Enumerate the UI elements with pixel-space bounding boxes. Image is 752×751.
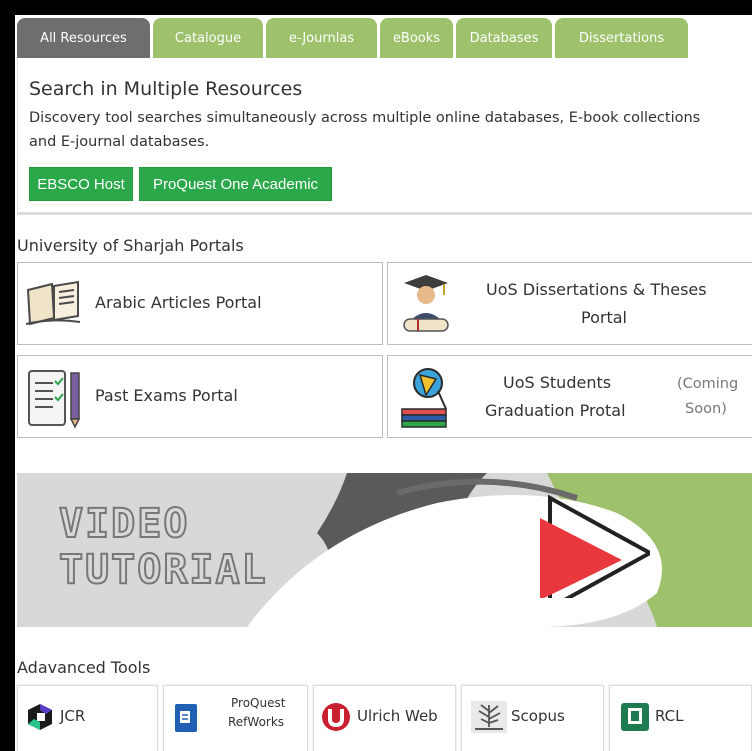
tab-ebooks[interactable]: eBooks xyxy=(380,18,453,58)
proquest-one-academic-button[interactable]: ProQuest One Academic xyxy=(139,167,332,201)
ulrich-icon xyxy=(321,701,351,737)
video-tutorial-banner[interactable]: VIDEO TUTORIAL xyxy=(17,473,752,627)
portal-label: Arabic Articles Portal xyxy=(95,293,262,312)
past-exams-portal-card[interactable]: Past Exams Portal xyxy=(17,355,383,438)
portal-label-line2: Portal xyxy=(581,308,627,327)
ulrich-web-tool[interactable]: Ulrich Web xyxy=(313,685,456,751)
tab-e-journals[interactable]: e-Journlas xyxy=(266,18,377,58)
jcr-tool[interactable]: JCR xyxy=(17,685,158,751)
portal-label-line1: UoS Dissertations & Theses xyxy=(486,280,707,299)
graduation-portal-card[interactable]: UoS Students Graduation Protal (Coming S… xyxy=(387,355,752,438)
desk-lamp-icon xyxy=(398,365,456,433)
tab-dissertations[interactable]: Dissertations xyxy=(555,18,688,58)
page-canvas: All Resources Catalogue e-Journlas eBook… xyxy=(15,15,752,751)
tab-databases[interactable]: Databases xyxy=(456,18,552,58)
tool-label: RCL xyxy=(655,707,684,725)
rcl-icon xyxy=(620,702,650,736)
arabic-articles-portal-card[interactable]: Arabic Articles Portal xyxy=(17,262,383,345)
rcl-tool[interactable]: RCL xyxy=(609,685,752,751)
portals-title: University of Sharjah Portals xyxy=(17,236,244,255)
tools-title: Adavanced Tools xyxy=(17,658,151,677)
coming-soon-note-line2: Soon) xyxy=(685,401,727,417)
tool-label: Ulrich Web xyxy=(357,707,438,725)
tab-catalogue[interactable]: Catalogue xyxy=(153,18,263,58)
graduate-icon xyxy=(398,273,454,339)
portal-label-line2: Graduation Protal xyxy=(485,401,626,420)
portal-label: Past Exams Portal xyxy=(95,386,238,405)
search-title: Search in Multiple Resources xyxy=(29,78,303,100)
checklist-icon xyxy=(25,367,85,433)
resource-tabs: All Resources Catalogue e-Journlas eBook… xyxy=(17,18,688,58)
search-panel: Search in Multiple Resources Discovery t… xyxy=(17,58,752,215)
scopus-icon xyxy=(471,701,507,737)
tool-label-line1: ProQuest xyxy=(231,696,286,710)
refworks-tool[interactable]: ProQuest RefWorks xyxy=(163,685,308,751)
tool-label: Scopus xyxy=(511,707,565,725)
jcr-icon xyxy=(26,702,54,736)
book-icon xyxy=(24,278,82,332)
coming-soon-note-line1: (Coming xyxy=(677,376,739,392)
video-title-line2: TUTORIAL xyxy=(58,546,268,594)
tool-label-line2: RefWorks xyxy=(228,715,285,729)
search-description: Discovery tool searches simultaneously a… xyxy=(29,110,701,150)
ebsco-host-button[interactable]: EBSCO Host xyxy=(29,167,133,201)
refworks-icon xyxy=(174,703,198,737)
dissertations-portal-card[interactable]: UoS Dissertations & Theses Portal xyxy=(387,262,752,345)
video-title-line1: VIDEO xyxy=(58,500,190,548)
scopus-tool[interactable]: Scopus xyxy=(461,685,604,751)
tool-label: JCR xyxy=(60,707,86,725)
portal-label-line1: UoS Students xyxy=(503,373,612,392)
tab-all-resources[interactable]: All Resources xyxy=(17,18,150,58)
play-icon[interactable] xyxy=(530,488,650,598)
